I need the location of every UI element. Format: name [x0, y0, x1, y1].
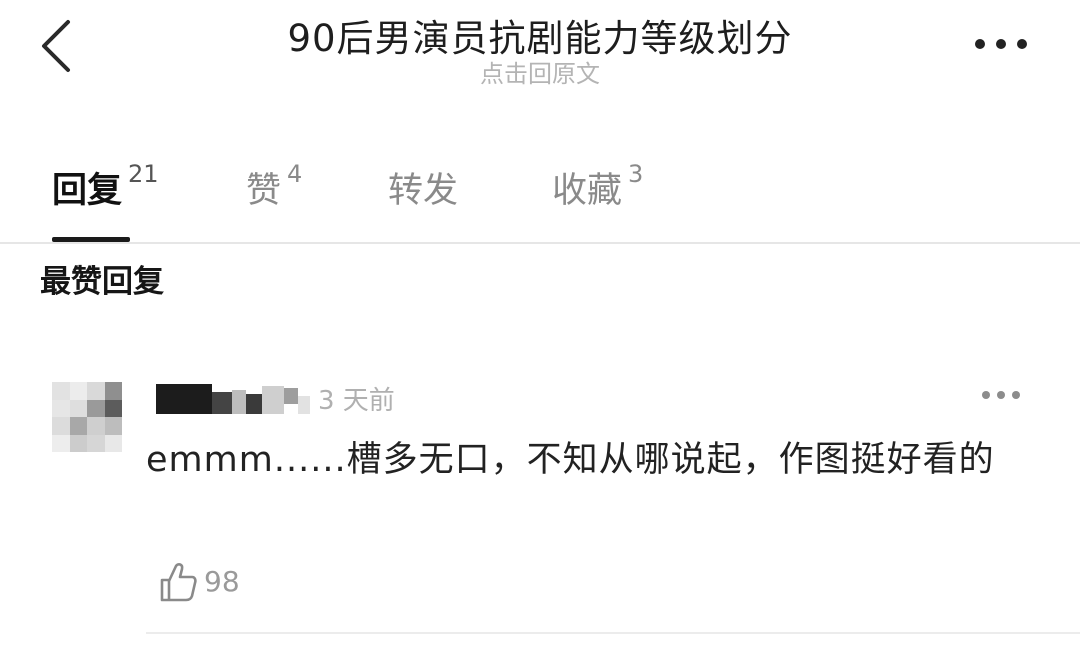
back-button[interactable] [30, 14, 90, 78]
tab-count: 4 [287, 160, 303, 188]
comment-more-button[interactable] [978, 382, 1024, 408]
more-horizontal-icon [975, 39, 1027, 49]
tab-replies[interactable]: 回复 21 [52, 160, 159, 213]
tab-bar: 回复 21 赞4 转发 收藏 3 [0, 140, 1080, 244]
comment-item: 3 天前 emmm......槽多无口，不知从哪说起，作图挺好看的 98 [0, 370, 1080, 648]
tab-label: 收藏 [552, 171, 623, 211]
top-bar: 90后男演员抗剧能力等级划分 点击回原文 [0, 0, 1080, 110]
more-button[interactable] [968, 24, 1038, 64]
thumbs-up-icon [160, 563, 197, 602]
chevron-left-icon [42, 20, 70, 72]
tab-favorites[interactable]: 收藏 3 [552, 160, 644, 213]
section-title: 最赞回复 [40, 264, 164, 300]
avatar[interactable] [52, 382, 122, 452]
comment-text: emmm......槽多无口，不知从哪说起，作图挺好看的 [146, 440, 995, 480]
tab-count: 21 [128, 160, 159, 188]
tab-label: 回复 [52, 171, 123, 211]
tab-reposts[interactable]: 转发 [388, 162, 458, 213]
tab-likes[interactable]: 赞4 [246, 160, 303, 213]
divider [146, 632, 1080, 634]
more-horizontal-icon [982, 391, 1020, 399]
tab-label: 转发 [388, 171, 459, 211]
comment-timestamp: 3 天前 [318, 386, 395, 416]
divider [0, 242, 1080, 244]
tab-count: 3 [628, 160, 644, 188]
tab-label: 赞 [246, 171, 282, 211]
back-to-original-link[interactable]: 点击回原文 [340, 54, 740, 89]
like-count: 98 [204, 565, 240, 598]
username-redacted[interactable] [156, 382, 316, 414]
